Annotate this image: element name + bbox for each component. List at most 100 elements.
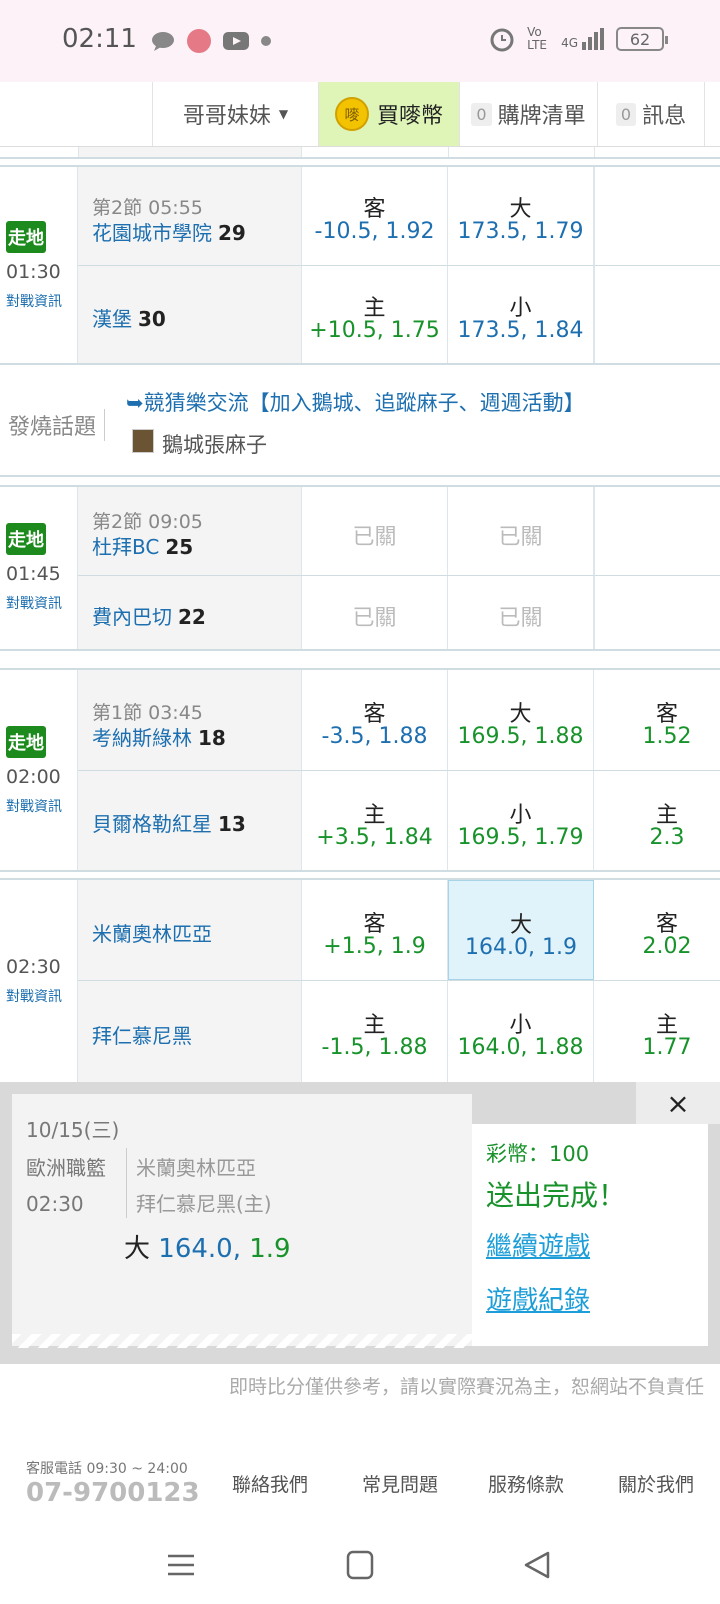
top-nav: 哥哥妹妹 ▼ 嘜 買嘜幣 0 購牌清單 0 訊息 (0, 82, 720, 147)
buy-coin-button[interactable]: 嘜 買嘜幣 (318, 82, 459, 146)
ticket-zigzag (12, 1334, 472, 1348)
match-info-link[interactable]: 對戰資訊 (6, 291, 62, 311)
message-link[interactable]: 0 訊息 (597, 82, 705, 146)
game-period: 第1節 03:45 (92, 702, 203, 724)
caret-down-icon: ▼ (278, 107, 289, 121)
game-history-link[interactable]: 遊戲紀錄 (486, 1280, 590, 1317)
prev-row-remnant (0, 147, 720, 159)
ticket-time: 02:30 (26, 1192, 84, 1216)
live-badge: 走地 (6, 726, 46, 758)
match-info-link[interactable]: 對戰資訊 (6, 593, 62, 613)
user-name: 哥哥妹妹 (182, 104, 271, 129)
footer-link-contact[interactable]: 聯絡我們 (232, 1470, 308, 1497)
odds-cell[interactable]: 大 169.5, 1.88 (448, 670, 594, 770)
ticket-league: 歐洲職籃 (26, 1156, 106, 1180)
home-score: 13 (218, 812, 246, 836)
home-icon[interactable] (346, 1550, 374, 1580)
disclaimer: 即時比分僅供參考，請以實際賽況為主，恕網站不負責任 (228, 1376, 704, 1398)
status-time: 02:11 (62, 24, 137, 54)
odds-cell-selected[interactable]: 大 164.0, 1.9 (448, 880, 594, 980)
game-time: 01:45 (6, 563, 61, 585)
youtube-icon (223, 32, 249, 50)
coin-icon: 嘜 (334, 97, 369, 131)
battery-icon: 62 (616, 27, 668, 51)
game-time: 02:30 (6, 956, 61, 978)
message-label: 訊息 (642, 104, 687, 129)
ticket-team2: 拜仁慕尼黑(主) (136, 1192, 272, 1216)
home-team[interactable]: 漢堡 30 (92, 303, 166, 332)
odds-cell[interactable]: 主 -1.5, 1.88 (302, 981, 448, 1084)
hot-topic-label: 發燒話題 (8, 409, 106, 441)
ticket-left: 10/15(三) 歐洲職籃 02:30 米蘭奧林匹亞 拜仁慕尼黑(主) 大 16… (12, 1094, 472, 1346)
game-time: 01:30 (6, 261, 61, 283)
live-badge: 走地 (6, 221, 46, 253)
hot-topic: 發燒話題 ➥競猜樂交流【加入鵝城、追蹤麻子、週週活動】 鵝城張麻子 (0, 373, 720, 477)
odds-cell[interactable]: 客 -10.5, 1.92 (302, 167, 448, 265)
closed-cell: 已關 (448, 576, 594, 649)
author-avatar (132, 429, 154, 453)
footer-link-terms[interactable]: 服務條款 (488, 1470, 564, 1497)
alarm-icon (490, 28, 514, 52)
close-icon: × (666, 1086, 690, 1120)
sent-complete: 送出完成！ (486, 1179, 627, 1212)
away-team[interactable]: 米蘭奧林匹亞 (92, 918, 212, 947)
home-team[interactable]: 費內巴切 22 (92, 601, 206, 630)
phone-number[interactable]: 07-9700123 (26, 1478, 200, 1508)
game-period: 第2節 09:05 (92, 511, 203, 533)
message-count: 0 (615, 102, 637, 126)
away-team[interactable]: 考納斯綠林 18 (92, 722, 226, 751)
odds-cell[interactable]: 客 -3.5, 1.88 (302, 670, 448, 770)
footer-link-about[interactable]: 關於我們 (618, 1470, 694, 1497)
match-info-link[interactable]: 對戰資訊 (6, 986, 62, 1006)
chat-icon (152, 32, 174, 51)
recent-apps-icon[interactable] (166, 1550, 196, 1580)
hot-topic-link[interactable]: ➥競猜樂交流【加入鵝城、追蹤麻子、週週活動】 (126, 387, 585, 417)
back-icon[interactable] (522, 1550, 552, 1580)
footer: 客服電話 09:30 ~ 24:00 07-9700123 聯絡我們 常見問題 … (0, 1450, 720, 1520)
odds-cell[interactable]: 客 1.52 (594, 670, 720, 770)
volte-icon: Vo LTE (527, 25, 548, 52)
signal-icon: 4G (561, 28, 604, 50)
home-score: 22 (178, 605, 206, 629)
odds-cell[interactable]: 小 164.0, 1.88 (448, 981, 594, 1084)
closed-cell: 已關 (302, 576, 448, 649)
odds-cell[interactable]: 主 +3.5, 1.84 (302, 771, 448, 870)
continue-game-link[interactable]: 繼續遊戲 (486, 1226, 590, 1263)
odds-cell[interactable]: 大 173.5, 1.79 (448, 167, 594, 265)
live-badge: 走地 (6, 523, 46, 555)
closed-cell: 已關 (302, 487, 448, 575)
footer-link-faq[interactable]: 常見問題 (362, 1470, 438, 1497)
odds-cell[interactable]: 主 1.77 (594, 981, 720, 1084)
user-menu[interactable]: 哥哥妹妹 ▼ (152, 82, 318, 146)
coins-label: 彩幣：100 (486, 1142, 590, 1166)
home-team[interactable]: 拜仁慕尼黑 (92, 1020, 192, 1049)
home-score: 30 (138, 307, 166, 331)
closed-cell: 已關 (448, 487, 594, 575)
cart-label: 購牌清單 (497, 104, 586, 129)
odds-cell[interactable]: 客 2.02 (594, 880, 720, 980)
odds-cell[interactable]: 客 +1.5, 1.9 (302, 880, 448, 980)
hot-topic-author[interactable]: 鵝城張麻子 (162, 429, 267, 459)
odds-cell[interactable]: 主 2.3 (594, 771, 720, 870)
ticket-team1: 米蘭奧林匹亞 (136, 1156, 256, 1180)
game-period: 第2節 05:55 (92, 197, 203, 219)
match-info-link[interactable]: 對戰資訊 (6, 796, 62, 816)
game-row: 走地 01:45 對戰資訊 第2節 09:05 杜拜BC 25 費內巴切 22 已關… (0, 485, 720, 651)
close-button[interactable]: × (636, 1082, 720, 1124)
away-score: 25 (165, 535, 194, 559)
game-row: 走地 01:30 對戰資訊 第2節 05:55 花園城市學院 29 漢堡 30 客-… (0, 165, 720, 365)
ticket-bet: 大 164.0, 1.9 (124, 1234, 291, 1264)
odds-cell[interactable]: 小 173.5, 1.84 (448, 266, 594, 363)
home-team[interactable]: 貝爾格勒紅星 13 (92, 808, 246, 837)
cart-link[interactable]: 0 購牌清單 (459, 82, 597, 146)
away-team[interactable]: 花園城市學院 29 (92, 217, 246, 246)
app-icon (187, 29, 211, 53)
ticket-date: 10/15(三) (26, 1118, 120, 1142)
away-score: 18 (198, 726, 226, 750)
odds-cell[interactable]: 主 +10.5, 1.75 (302, 266, 448, 363)
status-bar: 02:11 Vo LTE 4G 62 (0, 0, 720, 82)
system-nav-bar (0, 1530, 720, 1604)
game-row: 02:30 對戰資訊 米蘭奧林匹亞 拜仁慕尼黑 客 +1.5, 1.9 大 164.… (0, 878, 720, 1084)
odds-cell[interactable]: 小 169.5, 1.79 (448, 771, 594, 870)
away-team[interactable]: 杜拜BC 25 (92, 531, 193, 560)
